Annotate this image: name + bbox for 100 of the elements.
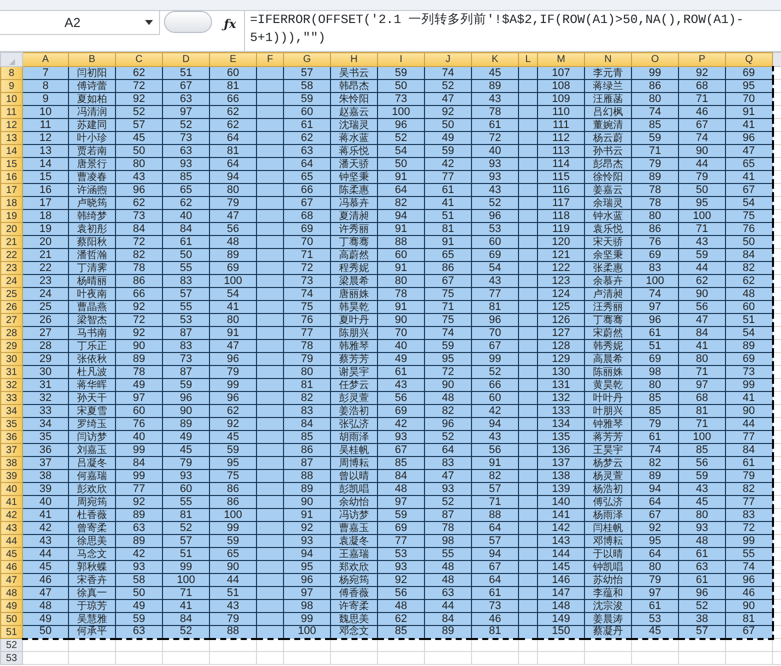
cell-text: 74 [742, 562, 755, 572]
row-header[interactable]: 27 [0, 314, 22, 326]
row-header[interactable]: 13 [0, 132, 22, 144]
row-header[interactable]: 15 [0, 158, 22, 170]
row-header[interactable]: 44 [0, 534, 22, 548]
row-header[interactable]: 26 [0, 300, 22, 314]
row-header[interactable]: 38 [0, 456, 22, 470]
column-header[interactable]: N [584, 52, 632, 66]
cell-text: 潘天骄 [339, 158, 369, 170]
row-header[interactable]: 24 [0, 274, 22, 288]
column-header[interactable]: I [378, 52, 424, 66]
row-header[interactable]: 49 [0, 600, 22, 612]
row-header[interactable]: 51 [0, 626, 22, 638]
row-header[interactable]: 41 [0, 496, 22, 508]
row-header[interactable]: 20 [0, 222, 22, 236]
row-header[interactable]: 52 [0, 638, 22, 652]
cell-text: 86 [226, 496, 240, 508]
column-header[interactable]: O [632, 52, 678, 66]
cell-text: 41 [742, 172, 755, 182]
row-header[interactable]: 29 [0, 340, 22, 352]
row-header[interactable]: 9 [0, 80, 22, 92]
row-header[interactable]: 22 [0, 248, 22, 262]
row-header[interactable]: 45 [0, 548, 22, 560]
cell-text: 60 [394, 250, 408, 260]
column-header[interactable]: K [472, 52, 518, 66]
row-header[interactable]: 12 [0, 118, 22, 132]
column-header[interactable]: J [424, 52, 472, 66]
column-header[interactable]: L [518, 52, 538, 66]
cell-text: 55 [180, 496, 192, 508]
cell-text: 韩绮梦 [77, 210, 107, 222]
caret-icon[interactable] [145, 20, 153, 25]
row-header[interactable]: 18 [0, 196, 22, 210]
column-header[interactable]: A [22, 52, 68, 66]
column-header[interactable]: P [678, 52, 726, 66]
row-header[interactable]: 19 [0, 210, 22, 222]
row-header[interactable]: 28 [0, 326, 22, 340]
cell-text: 88 [226, 626, 240, 638]
cell-text: 69 [394, 406, 408, 416]
insert-function-button[interactable]: ƒx [222, 15, 238, 33]
row-header[interactable]: 11 [0, 106, 22, 118]
column-header[interactable]: B [68, 52, 116, 66]
column-header[interactable]: H [330, 52, 378, 66]
cell-text: 41 [742, 392, 755, 404]
row-header[interactable]: 8 [0, 66, 22, 80]
cell-text: 65 [226, 548, 240, 560]
cell-text: 85 [394, 458, 408, 468]
cell-text: 80 [648, 94, 662, 104]
cell-text: 22 [39, 262, 52, 274]
row-header[interactable]: 33 [0, 392, 22, 404]
column-header[interactable]: F [256, 52, 284, 66]
row-header[interactable]: 16 [0, 170, 22, 184]
row-header[interactable]: 40 [0, 482, 22, 496]
cell-text: 92 [132, 94, 146, 104]
row-header[interactable]: 46 [0, 560, 22, 574]
cell-text: 73 [300, 276, 314, 286]
cell-text: 杨雨泽 [593, 510, 623, 520]
row-header[interactable]: 43 [0, 522, 22, 534]
cell-text: 闫桂帆 [593, 522, 623, 534]
cell-text: 78 [648, 198, 662, 208]
row-header[interactable]: 39 [0, 470, 22, 482]
row-header[interactable]: 36 [0, 430, 22, 444]
cell-text: 50 [394, 80, 408, 92]
row-header[interactable]: 31 [0, 366, 22, 378]
row-header[interactable]: 14 [0, 144, 22, 158]
name-box-field[interactable]: A2 [0, 11, 160, 35]
row-header[interactable]: 35 [0, 418, 22, 430]
column-header[interactable]: E [210, 52, 256, 66]
row-header[interactable]: 25 [0, 288, 22, 300]
cell-text: 100 [692, 432, 712, 442]
column-header[interactable]: D [162, 52, 210, 66]
cell-text: 80 [648, 562, 662, 572]
row-header[interactable]: 53 [0, 652, 22, 664]
row-header[interactable]: 17 [0, 184, 22, 196]
column-header[interactable]: Q [726, 52, 772, 66]
row-header[interactable]: 47 [0, 574, 22, 586]
row-header[interactable]: 30 [0, 352, 22, 366]
row-header[interactable]: 37 [0, 444, 22, 456]
column-header[interactable]: M [538, 52, 584, 66]
row-header[interactable]: 48 [0, 586, 22, 600]
column-header[interactable]: G [284, 52, 330, 66]
scroll-handle[interactable] [164, 11, 212, 33]
row-header[interactable]: 10 [0, 92, 22, 106]
cell-text: 74 [442, 68, 454, 78]
cell-text: 曹嘉玉 [339, 522, 369, 534]
row-header[interactable]: 42 [0, 508, 22, 522]
cell-text: 77 [442, 172, 454, 182]
cell-text: 142 [552, 522, 570, 534]
cell-text: 61 [648, 328, 662, 338]
row-header[interactable]: 32 [0, 378, 22, 392]
row-header[interactable]: 21 [0, 236, 22, 248]
column-header[interactable]: C [116, 52, 162, 66]
cell-text: 91 [394, 172, 408, 182]
cell-text: 43 [39, 536, 52, 546]
row-header[interactable]: 23 [0, 262, 22, 274]
cell-text: 60 [226, 68, 240, 78]
row-header[interactable]: 34 [0, 404, 22, 418]
cell-text: 蒋乐悦 [339, 146, 369, 156]
row-header[interactable]: 50 [0, 612, 22, 626]
cell-text: 余慕卉 [593, 276, 623, 286]
cell-text: 韩昂杰 [339, 80, 369, 92]
